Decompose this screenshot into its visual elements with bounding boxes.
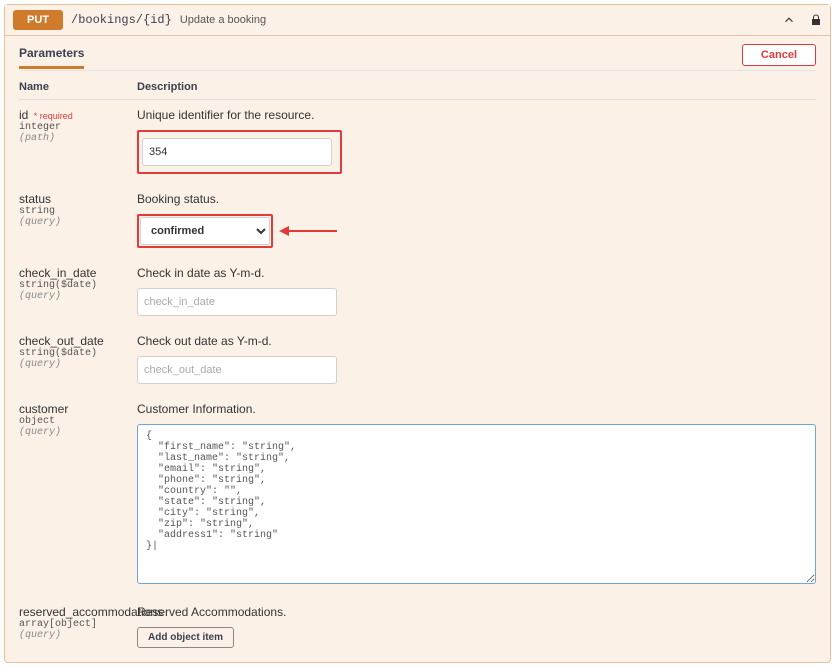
customer-textarea[interactable] [137,424,816,584]
param-type: string($date) [19,280,129,291]
param-name-customer: customer [19,402,68,416]
param-in: (query) [19,359,129,370]
param-type: object [19,416,129,427]
method-badge: PUT [13,10,63,30]
endpoint-summary: Update a booking [180,14,266,26]
param-type: string [19,206,129,217]
chevron-up-icon[interactable] [782,13,796,27]
parameters-tab[interactable]: Parameters [19,46,84,69]
check-in-date-input[interactable] [137,288,337,316]
param-desc-status: Booking status. [137,192,816,206]
param-in: (query) [19,291,129,302]
column-header-description: Description [137,81,816,93]
param-desc-checkin: Check in date as Y-m-d. [137,266,816,280]
param-desc-resacc: Reserved Accommodations. [137,605,816,619]
highlight-annotation-id [137,130,342,174]
lock-icon[interactable] [810,14,822,26]
param-type: string($date) [19,348,129,359]
param-desc-id: Unique identifier for the resource. [137,108,816,122]
param-desc-customer: Customer Information. [137,402,816,416]
param-type: integer [19,122,129,133]
check-out-date-input[interactable] [137,356,337,384]
param-name-id: id [19,108,28,122]
add-object-item-button[interactable]: Add object item [137,627,234,648]
param-name-checkin: check_in_date [19,266,96,280]
param-in: (query) [19,630,129,641]
param-name-checkout: check_out_date [19,334,104,348]
status-select[interactable]: confirmed [140,217,270,245]
highlight-annotation-status: confirmed [137,214,273,248]
param-desc-checkout: Check out date as Y-m-d. [137,334,816,348]
cancel-button[interactable]: Cancel [742,44,816,66]
required-label: * required [34,111,73,121]
endpoint-path: /bookings/{id} [71,13,172,27]
param-in: (path) [19,133,129,144]
column-header-name: Name [19,81,137,93]
param-in: (query) [19,217,129,228]
param-name-status: status [19,192,51,206]
arrow-annotation-icon [279,224,339,238]
param-type: array[object] [19,619,129,630]
param-in: (query) [19,427,129,438]
opblock-summary[interactable]: PUT /bookings/{id} Update a booking [5,5,830,36]
id-input[interactable] [142,138,332,166]
